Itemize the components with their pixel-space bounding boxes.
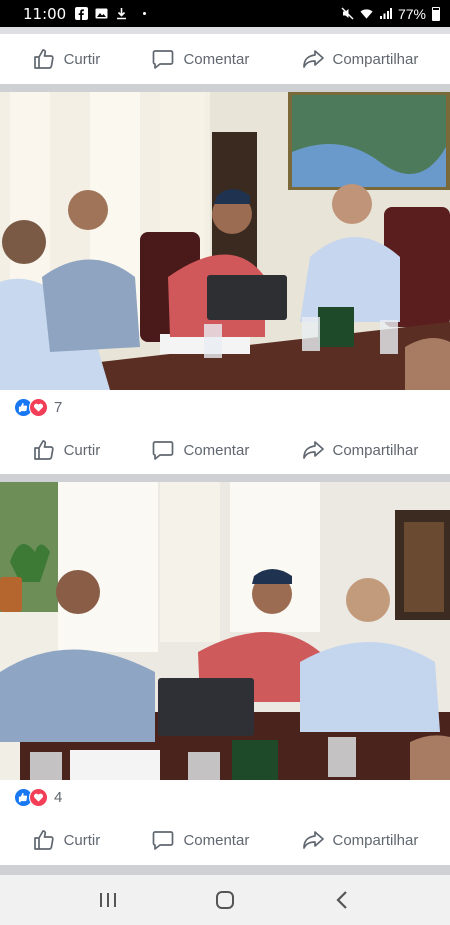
post-photo[interactable]	[0, 92, 450, 390]
mute-icon	[341, 7, 354, 20]
status-time: 11:00	[23, 4, 67, 23]
share-button[interactable]: Compartilhar	[301, 47, 419, 71]
wifi-icon	[360, 9, 373, 19]
comment-button[interactable]: Comentar	[151, 828, 249, 852]
share-icon	[302, 50, 324, 68]
gallery-icon	[95, 8, 108, 19]
battery-icon	[432, 6, 440, 21]
thumbs-up-icon	[33, 830, 54, 850]
share-button[interactable]: Compartilhar	[301, 828, 419, 852]
home-icon[interactable]	[205, 880, 245, 920]
share-label: Compartilhar	[332, 831, 419, 849]
reaction-count: 4	[54, 789, 63, 806]
share-icon	[302, 441, 324, 459]
like-button[interactable]: Curtir	[32, 828, 101, 852]
love-reaction-icon	[29, 398, 48, 417]
post-action-bar: Curtir Comentar Compartilhar	[0, 34, 450, 84]
reaction-icons	[14, 788, 48, 807]
post-photo[interactable]	[0, 482, 450, 780]
reaction-count: 7	[54, 399, 63, 416]
share-label: Compartilhar	[332, 441, 419, 459]
facebook-icon	[75, 7, 89, 20]
comment-icon	[153, 831, 174, 850]
comment-label: Comentar	[183, 441, 250, 459]
post-action-bar: Curtir Comentar Compartilhar	[0, 425, 450, 475]
android-nav-bar	[0, 875, 450, 925]
like-label: Curtir	[63, 50, 101, 68]
post-divider	[0, 84, 450, 92]
reactions-summary[interactable]: 7	[0, 390, 450, 426]
comment-button[interactable]: Comentar	[151, 47, 249, 71]
thumbs-up-icon	[33, 440, 54, 460]
thumbs-up-icon	[33, 49, 54, 69]
battery-percent: 77%	[397, 5, 426, 22]
comment-button[interactable]: Comentar	[151, 438, 249, 462]
meeting-photo-1	[0, 92, 450, 390]
reaction-icons	[14, 398, 48, 417]
comment-icon	[153, 50, 174, 69]
recent-apps-icon[interactable]	[88, 880, 128, 920]
back-icon[interactable]	[322, 880, 362, 920]
comment-label: Comentar	[183, 831, 250, 849]
like-label: Curtir	[63, 441, 101, 459]
post-divider	[0, 474, 450, 482]
like-label: Curtir	[63, 831, 101, 849]
post-divider	[0, 865, 450, 875]
reactions-summary[interactable]: 4	[0, 780, 450, 816]
share-icon	[302, 831, 324, 849]
dot-icon	[143, 12, 147, 15]
comment-label: Comentar	[183, 50, 250, 68]
post-action-bar: Curtir Comentar Compartilhar	[0, 815, 450, 865]
like-button[interactable]: Curtir	[32, 47, 101, 71]
share-label: Compartilhar	[332, 50, 419, 68]
like-button[interactable]: Curtir	[32, 438, 101, 462]
signal-icon	[379, 8, 392, 19]
download-icon	[117, 8, 127, 20]
status-bar: 11:00 77%	[0, 0, 450, 27]
love-reaction-icon	[29, 788, 48, 807]
meeting-photo-2	[0, 482, 450, 780]
share-button[interactable]: Compartilhar	[301, 438, 419, 462]
comment-icon	[153, 441, 174, 460]
